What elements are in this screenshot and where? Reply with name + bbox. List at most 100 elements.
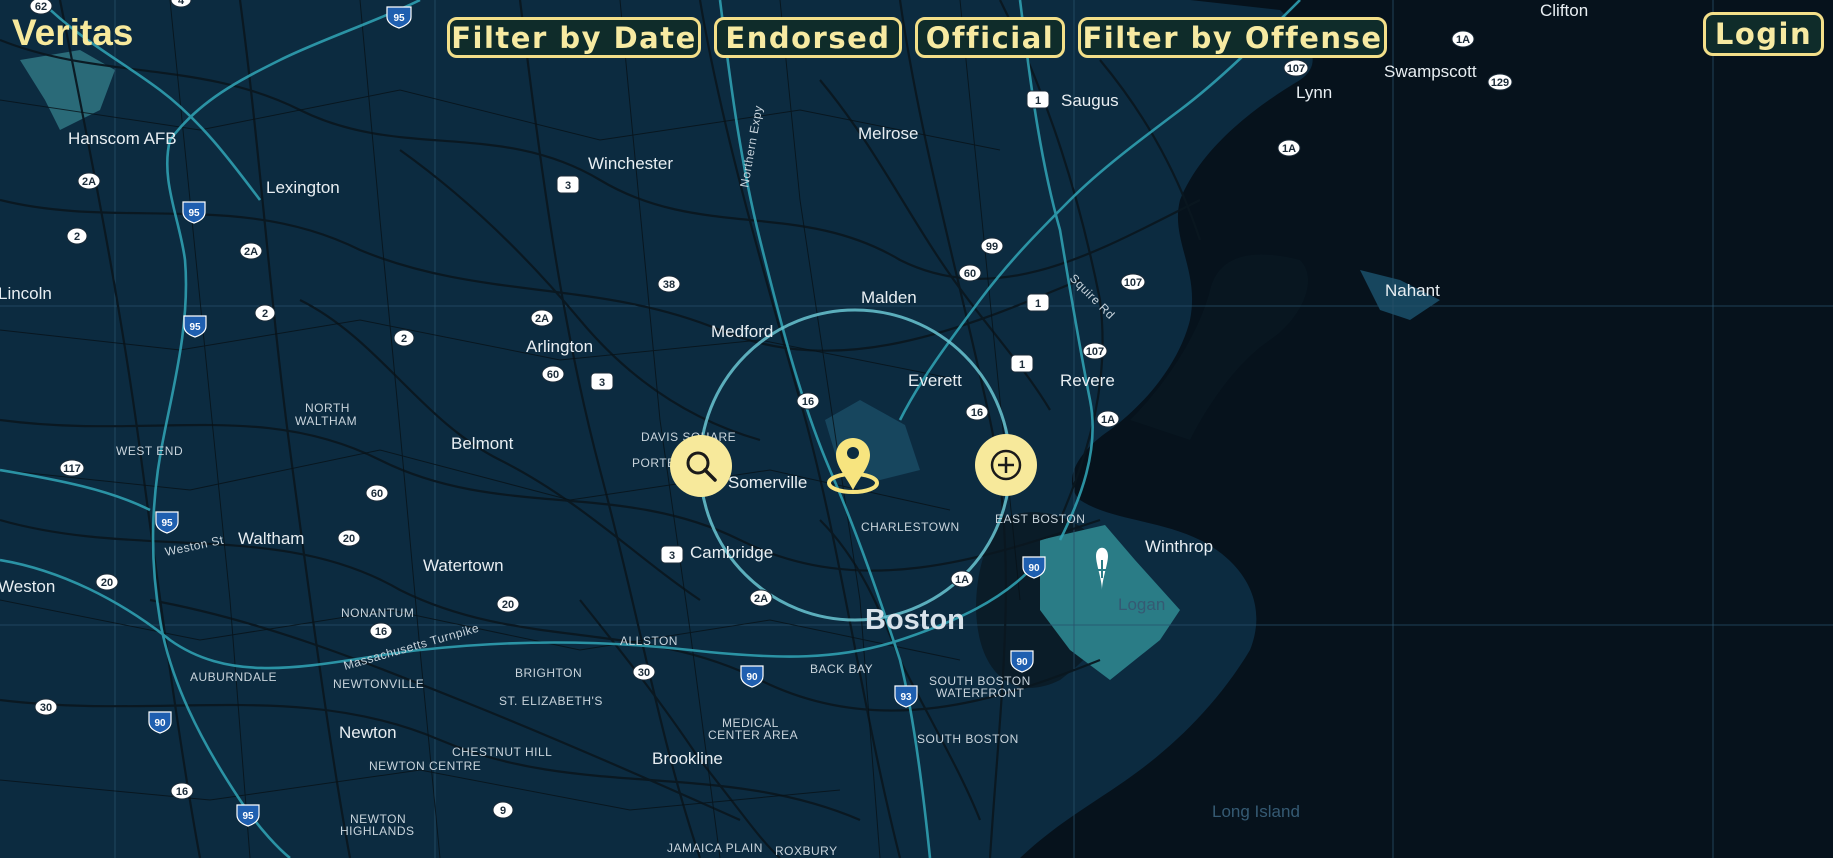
svg-text:16: 16: [802, 396, 814, 408]
login-button[interactable]: Login: [1703, 12, 1824, 56]
add-report-button[interactable]: [975, 434, 1037, 496]
app-logo[interactable]: Veritas: [12, 12, 133, 54]
svg-text:20: 20: [502, 599, 514, 611]
map-label-newton-highlands-2: HIGHLANDS: [340, 824, 415, 838]
map-label-cambridge: Cambridge: [690, 543, 773, 562]
map-label-medford: Medford: [711, 322, 773, 341]
map-label-jamaica-plain: JAMAICA PLAIN: [667, 841, 763, 855]
map-label-lexington: Lexington: [266, 178, 340, 197]
map-label-belmont: Belmont: [451, 434, 514, 453]
map-label-brookline: Brookline: [652, 749, 723, 768]
map-label-logan: Logan: [1118, 595, 1165, 614]
map-label-hanscom: Hanscom AFB: [68, 129, 177, 148]
svg-text:4: 4: [178, 0, 185, 7]
svg-text:30: 30: [638, 667, 650, 679]
map-label-chestnut-hill: CHESTNUT HILL: [452, 745, 552, 759]
svg-text:99: 99: [986, 241, 998, 253]
search-map-button[interactable]: [670, 435, 732, 497]
map-label-weston: Weston: [0, 577, 55, 596]
svg-text:30: 30: [40, 702, 52, 714]
svg-text:3: 3: [565, 180, 571, 192]
svg-text:20: 20: [343, 533, 355, 545]
svg-text:9: 9: [500, 805, 506, 817]
search-icon: [686, 451, 717, 482]
svg-text:60: 60: [964, 268, 976, 280]
map-label-long-island: Long Island: [1212, 802, 1300, 821]
map-label-everett: Everett: [908, 371, 962, 390]
svg-text:107: 107: [1086, 346, 1104, 358]
svg-text:2A: 2A: [754, 593, 768, 605]
svg-text:1: 1: [1035, 298, 1041, 310]
svg-text:20: 20: [101, 577, 113, 589]
svg-text:95: 95: [188, 208, 200, 219]
map-label-newtonville: NEWTONVILLE: [333, 677, 424, 691]
filter-by-offense-button[interactable]: Filter by Offense: [1078, 17, 1387, 58]
map-label-north-waltham-2: WALTHAM: [295, 414, 357, 428]
svg-text:1A: 1A: [1282, 143, 1296, 155]
map-label-charlestown: CHARLESTOWN: [861, 520, 960, 534]
map-label-back-bay: BACK BAY: [810, 662, 873, 676]
map-canvas[interactable]: Clifton Hanscom AFB Lexington Lincoln Wi…: [0, 0, 1833, 858]
svg-text:1A: 1A: [1101, 414, 1115, 426]
map-label-melrose: Melrose: [858, 124, 918, 143]
map-label-swampscott: Swampscott: [1384, 62, 1477, 81]
map-label-south-boston: SOUTH BOSTON: [917, 732, 1019, 746]
svg-text:16: 16: [375, 626, 387, 638]
svg-text:95: 95: [161, 518, 173, 529]
svg-text:60: 60: [547, 369, 559, 381]
map-label-sb-waterfront-2: WATERFRONT: [936, 686, 1024, 700]
svg-text:60: 60: [371, 488, 383, 500]
svg-text:2A: 2A: [82, 176, 96, 188]
endorsed-button[interactable]: Endorsed: [714, 17, 902, 58]
svg-text:107: 107: [1287, 63, 1305, 75]
svg-text:90: 90: [1028, 563, 1040, 574]
svg-text:2: 2: [74, 231, 80, 243]
map-label-winthrop: Winthrop: [1145, 537, 1213, 556]
svg-text:95: 95: [189, 322, 201, 333]
svg-text:1: 1: [1019, 359, 1025, 371]
map-label-st-elizabeths: ST. ELIZABETH'S: [499, 694, 603, 708]
filter-by-date-button[interactable]: Filter by Date: [447, 17, 701, 58]
plus-circle-icon: [990, 449, 1022, 481]
svg-text:2A: 2A: [244, 246, 258, 258]
svg-text:95: 95: [242, 811, 254, 822]
map-label-boston: Boston: [865, 604, 965, 636]
svg-text:16: 16: [176, 786, 188, 798]
svg-text:93: 93: [900, 692, 912, 703]
map-label-somerville: Somerville: [728, 473, 807, 492]
map-label-west-end: WEST END: [116, 444, 183, 458]
map-label-medical-2: CENTER AREA: [708, 728, 798, 742]
map-label-nahant: Nahant: [1385, 281, 1440, 300]
map-label-brighton: BRIGHTON: [515, 666, 582, 680]
svg-text:107: 107: [1124, 277, 1142, 289]
map-label-east-boston: EAST BOSTON: [995, 512, 1085, 526]
svg-text:1A: 1A: [955, 574, 969, 586]
svg-text:95: 95: [393, 13, 405, 24]
map-label-clifton: Clifton: [1540, 1, 1588, 20]
map-label-malden: Malden: [861, 288, 917, 307]
svg-text:117: 117: [63, 463, 81, 475]
map-label-lincoln: Lincoln: [0, 284, 52, 303]
map-label-auburndale: AUBURNDALE: [190, 670, 277, 684]
map-label-saugus: Saugus: [1061, 91, 1119, 110]
svg-text:2A: 2A: [535, 313, 549, 325]
map-label-arlington: Arlington: [526, 337, 593, 356]
map-label-newton: Newton: [339, 723, 397, 742]
official-button[interactable]: Official: [915, 17, 1065, 58]
map-label-roxbury: ROXBURY: [775, 844, 838, 858]
svg-text:3: 3: [669, 550, 675, 562]
svg-text:16: 16: [971, 407, 983, 419]
svg-text:90: 90: [746, 672, 758, 683]
map-label-newton-centre: NEWTON CENTRE: [369, 759, 481, 773]
map-label-nonantum: NONANTUM: [341, 606, 414, 620]
svg-text:129: 129: [1491, 77, 1509, 89]
svg-text:1: 1: [1035, 95, 1041, 107]
map-label-allston: ALLSTON: [620, 634, 678, 648]
svg-text:90: 90: [154, 718, 166, 729]
map-label-weston-st: Weston St: [164, 533, 225, 559]
svg-text:1A: 1A: [1456, 34, 1470, 46]
map-label-waltham: Waltham: [238, 529, 304, 548]
map-label-winchester: Winchester: [588, 154, 673, 173]
svg-text:90: 90: [1016, 657, 1028, 668]
map-label-watertown: Watertown: [423, 556, 504, 575]
